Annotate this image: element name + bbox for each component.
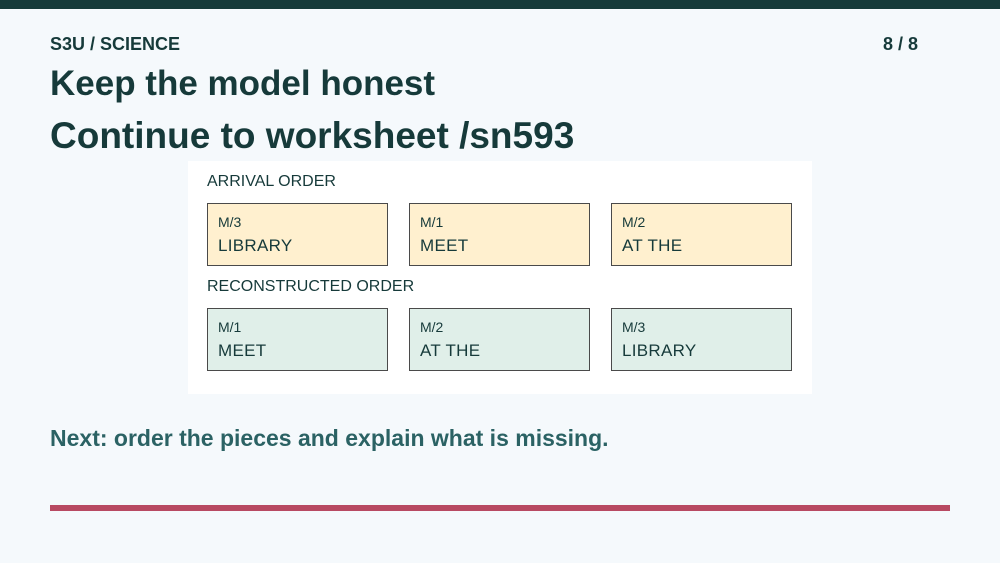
card-tag: M/2 bbox=[622, 214, 646, 230]
arrival-card-2: M/1 MEET bbox=[409, 203, 590, 266]
arrival-order-label: ARRIVAL ORDER bbox=[207, 173, 336, 190]
reconstructed-card-2: M/2 AT THE bbox=[409, 308, 590, 371]
card-tag: M/3 bbox=[218, 214, 242, 230]
page-counter: 8 / 8 bbox=[882, 34, 918, 54]
course-label: S3U / SCIENCE bbox=[50, 34, 181, 54]
reconstructed-card-1: M/1 MEET bbox=[207, 308, 388, 371]
message-order-panel: ARRIVAL ORDER M/3 LIBRARY M/1 MEET M/2 A… bbox=[188, 161, 812, 394]
card-word: MEET bbox=[420, 236, 469, 255]
arrival-card-1: M/3 LIBRARY bbox=[207, 203, 388, 266]
card-word: AT THE bbox=[420, 341, 481, 360]
next-prompt: Next: order the pieces and explain what … bbox=[50, 425, 609, 451]
card-word: MEET bbox=[218, 341, 267, 360]
slide: S3U / SCIENCE 8 / 8 Keep the model hones… bbox=[0, 0, 1000, 563]
arrival-card-3: M/2 AT THE bbox=[611, 203, 792, 266]
reconstructed-card-3: M/3 LIBRARY bbox=[611, 308, 792, 371]
card-tag: M/1 bbox=[218, 319, 242, 335]
card-tag: M/3 bbox=[622, 319, 646, 335]
slide-title: Keep the model honest bbox=[50, 64, 436, 103]
slide-subtitle: Continue to worksheet /sn593 bbox=[50, 115, 575, 156]
card-word: AT THE bbox=[622, 236, 683, 255]
top-bar bbox=[0, 0, 1000, 9]
reconstructed-order-label: RECONSTRUCTED ORDER bbox=[207, 278, 415, 295]
accent-rule bbox=[50, 505, 950, 511]
card-word: LIBRARY bbox=[218, 236, 293, 255]
card-tag: M/1 bbox=[420, 214, 444, 230]
card-word: LIBRARY bbox=[622, 341, 697, 360]
card-tag: M/2 bbox=[420, 319, 444, 335]
